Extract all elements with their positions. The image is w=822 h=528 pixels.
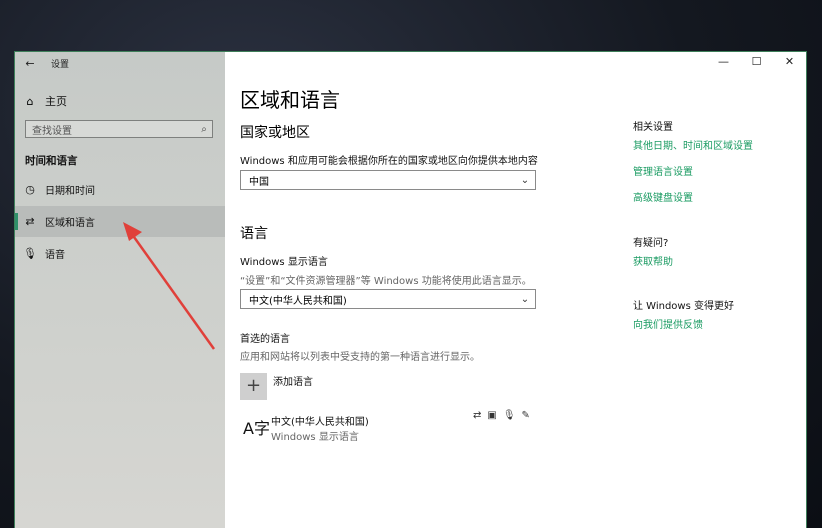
- country-heading: 国家或地区: [240, 125, 310, 141]
- language-entry-name[interactable]: 中文(中华人民共和国): [271, 413, 369, 428]
- language-feature-icons: ⇄ ▣ 🎙 ✎: [473, 410, 530, 421]
- window-controls: — ☐ ✕: [707, 52, 806, 74]
- link-manage-language[interactable]: 管理语言设置: [633, 163, 693, 178]
- text-to-speech-feature-icon: ▣: [487, 410, 497, 421]
- preferred-language-description: 应用和网站将以列表中受支持的第一种语言进行显示。: [240, 352, 480, 363]
- page-title: 区域和语言: [240, 88, 340, 112]
- language-glyph-icon: A字: [243, 419, 270, 438]
- country-dropdown[interactable]: 中国 ⌄: [240, 170, 536, 190]
- maximize-icon[interactable]: ☐: [740, 52, 773, 74]
- display-language-feature-icon: ⇄: [473, 410, 482, 421]
- chevron-down-icon: ⌄: [520, 174, 530, 186]
- close-icon[interactable]: ✕: [773, 52, 806, 74]
- link-give-feedback[interactable]: 向我们提供反馈: [633, 316, 703, 331]
- minimize-icon[interactable]: —: [707, 52, 740, 74]
- speech-feature-icon: 🎙: [502, 410, 516, 421]
- country-value: 中国: [249, 176, 269, 188]
- display-language-description: “设置”和“文件资源管理器”等 Windows 功能将使用此语言显示。: [240, 276, 532, 287]
- country-description: Windows 和应用可能会根据你所在的国家或地区向你提供本地内容: [240, 156, 538, 167]
- settings-window: ← 设置 ⌂ 主页 查找设置 ⌕ 时间和语言 ◷ 日期和时间 ⇄ 区域和语言 🎙…: [14, 51, 807, 528]
- main-content: — ☐ ✕ 区域和语言 国家或地区 Windows 和应用可能会根据你所在的国家…: [225, 52, 806, 528]
- link-advanced-keyboard[interactable]: 高级键盘设置: [633, 189, 693, 204]
- display-language-dropdown[interactable]: 中文(中华人民共和国) ⌄: [240, 289, 536, 309]
- question-heading: 有疑问?: [633, 238, 669, 249]
- preferred-language-heading: 首选的语言: [240, 334, 290, 345]
- arrow-shaft: [127, 229, 216, 350]
- add-language-button[interactable]: +: [240, 373, 267, 400]
- language-entry-sub: Windows 显示语言: [271, 432, 359, 443]
- annotation-arrow: [123, 222, 216, 350]
- add-language-label[interactable]: 添加语言: [273, 373, 313, 388]
- link-other-date-time[interactable]: 其他日期、时间和区域设置: [633, 137, 753, 152]
- display-language-heading: Windows 显示语言: [240, 257, 328, 268]
- feedback-heading: 让 Windows 变得更好: [633, 301, 734, 312]
- link-get-help[interactable]: 获取帮助: [633, 253, 673, 268]
- handwriting-feature-icon: ✎: [521, 410, 530, 421]
- arrow-head: [123, 222, 142, 241]
- display-language-value: 中文(中华人民共和国): [249, 295, 347, 307]
- chevron-down-icon: ⌄: [520, 293, 530, 305]
- related-settings-heading: 相关设置: [633, 122, 673, 133]
